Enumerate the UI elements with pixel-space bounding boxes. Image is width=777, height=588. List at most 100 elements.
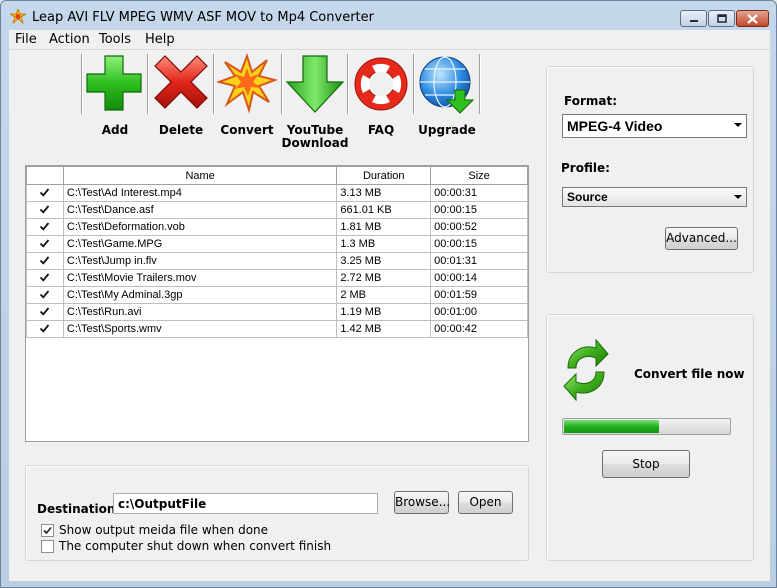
format-value: MPEG-4 Video xyxy=(567,118,663,134)
table-row[interactable]: C:\Test\Run.avi 1.19 MB 00:01:00 xyxy=(26,303,528,321)
table-row[interactable]: C:\Test\Movie Trailers.mov 2.72 MB 00:00:1… xyxy=(26,269,528,287)
table-row[interactable]: C:\Test\Sports.wmv 1.42 MB 00:00:42 xyxy=(26,320,528,338)
row-checkbox[interactable] xyxy=(26,218,64,236)
lifebuoy-icon xyxy=(354,57,408,111)
table-header: Name Duration Size xyxy=(26,166,528,185)
file-size-cell: 00:00:52 xyxy=(430,218,528,236)
file-size-cell: 00:01:00 xyxy=(430,303,528,321)
file-name-cell: C:\Test\Run.avi xyxy=(62,303,338,321)
row-checkbox[interactable] xyxy=(26,235,64,253)
shutdown-checkbox[interactable] xyxy=(41,540,54,553)
format-label: Format: xyxy=(564,94,618,108)
menu-action[interactable]: Action xyxy=(45,31,94,48)
upgrade-button[interactable]: Upgrade xyxy=(415,52,479,144)
table-row[interactable]: C:\Test\My Adminal.3gp 2 MB 00:01:59 xyxy=(26,286,528,304)
check-icon xyxy=(40,273,50,282)
upgrade-label: Upgrade xyxy=(418,123,476,137)
app-logo-icon xyxy=(10,9,26,25)
advanced-button[interactable]: Advanced... xyxy=(665,227,738,250)
convert-panel: Convert file now xyxy=(546,314,754,561)
conversion-progress-bar xyxy=(562,418,731,435)
chevron-down-icon xyxy=(734,195,742,199)
output-panel: Destination: Browse... Open Show output … xyxy=(25,465,529,561)
convert-status: Convert file now xyxy=(634,367,745,381)
menu-file[interactable]: File xyxy=(11,31,41,48)
file-duration-cell: 3.13 MB xyxy=(336,184,432,202)
format-dropdown[interactable]: MPEG-4 Video xyxy=(562,114,747,138)
add-button[interactable]: Add xyxy=(83,52,147,144)
toolbar-separator xyxy=(479,54,481,114)
file-duration-cell: 2.72 MB xyxy=(336,269,432,287)
table-row[interactable]: C:\Test\Game.MPG 1.3 MB 00:00:15 xyxy=(26,235,528,253)
table-row[interactable]: C:\Test\Deformation.vob 1.81 MB 00:00:52 xyxy=(26,218,528,236)
check-icon xyxy=(40,256,50,265)
file-name-cell: C:\Test\Deformation.vob xyxy=(62,218,338,236)
format-panel: Format: MPEG-4 Video Profile: Source Adv… xyxy=(546,66,754,273)
window-title: Leap AVI FLV MPEG WMV ASF MOV to Mp4 Con… xyxy=(32,10,374,25)
open-button[interactable]: Open xyxy=(458,491,513,514)
file-name-cell: C:\Test\Dance.asf xyxy=(62,201,338,219)
burst-icon xyxy=(217,52,277,114)
title-bar[interactable]: Leap AVI FLV MPEG WMV ASF MOV to Mp4 Con… xyxy=(1,1,776,31)
header-name[interactable]: Name xyxy=(62,166,338,185)
app-window: Leap AVI FLV MPEG WMV ASF MOV to Mp4 Con… xyxy=(0,0,777,588)
row-checkbox[interactable] xyxy=(26,286,64,304)
file-size-cell: 00:00:42 xyxy=(430,320,528,338)
refresh-icon[interactable] xyxy=(562,338,610,402)
table-row[interactable]: C:\Test\Jump in.flv 3.25 MB 00:01:31 xyxy=(26,252,528,270)
shutdown-label: The computer shut down when convert fini… xyxy=(59,539,332,553)
file-name-cell: C:\Test\Ad Interest.mp4 xyxy=(62,184,338,202)
down-arrow-icon xyxy=(285,55,345,113)
x-icon xyxy=(154,55,208,109)
convert-button[interactable]: Convert xyxy=(215,52,279,144)
maximize-button[interactable] xyxy=(708,10,735,27)
profile-label: Profile: xyxy=(561,161,610,175)
check-icon xyxy=(40,307,50,316)
globe-download-icon xyxy=(419,56,475,114)
row-checkbox[interactable] xyxy=(26,269,64,287)
stop-button[interactable]: Stop xyxy=(602,450,690,478)
minimize-icon xyxy=(689,19,698,22)
row-checkbox[interactable] xyxy=(26,303,64,321)
row-checkbox[interactable] xyxy=(26,201,64,219)
progress-fill xyxy=(564,420,660,433)
show-output-checkbox[interactable] xyxy=(41,524,54,537)
main-panel: Add Delete Convert YouTube Download FAQ … xyxy=(9,49,770,581)
file-size-cell: 00:00:31 xyxy=(430,184,528,202)
menu-tools[interactable]: Tools xyxy=(95,31,135,48)
file-size-cell: 00:00:15 xyxy=(430,201,528,219)
file-size-cell: 00:00:15 xyxy=(430,235,528,253)
profile-dropdown[interactable]: Source xyxy=(562,187,747,207)
minimize-button[interactable] xyxy=(680,10,707,27)
file-name-cell: C:\Test\Jump in.flv xyxy=(62,252,338,270)
file-name-cell: C:\Test\Movie Trailers.mov xyxy=(62,269,338,287)
header-duration[interactable]: Duration xyxy=(336,166,432,185)
browse-button[interactable]: Browse... xyxy=(394,491,450,514)
close-button[interactable] xyxy=(736,10,769,27)
header-size[interactable]: Size xyxy=(430,166,528,185)
row-checkbox[interactable] xyxy=(26,252,64,270)
show-output-label: Show output meida file when done xyxy=(59,523,269,537)
file-duration-cell: 661.01 KB xyxy=(336,201,432,219)
destination-field[interactable] xyxy=(113,493,378,514)
row-checkbox[interactable] xyxy=(26,184,64,202)
destination-input[interactable] xyxy=(114,494,377,513)
chevron-down-icon xyxy=(734,123,742,127)
file-duration-cell: 1.19 MB xyxy=(336,303,432,321)
table-row[interactable]: C:\Test\Ad Interest.mp4 3.13 MB 00:00:31 xyxy=(26,184,528,202)
faq-button[interactable]: FAQ xyxy=(349,52,413,144)
check-icon xyxy=(40,222,50,231)
header-check[interactable] xyxy=(26,166,64,185)
check-icon xyxy=(40,239,50,248)
file-size-cell: 00:00:14 xyxy=(430,269,528,287)
row-checkbox[interactable] xyxy=(26,320,64,338)
menu-help[interactable]: Help xyxy=(141,31,179,48)
delete-button[interactable]: Delete xyxy=(149,52,213,144)
file-size-cell: 00:01:31 xyxy=(430,252,528,270)
table-row[interactable]: C:\Test\Dance.asf 661.01 KB 00:00:15 xyxy=(26,201,528,219)
file-name-cell: C:\Test\Game.MPG xyxy=(62,235,338,253)
file-duration-cell: 1.42 MB xyxy=(336,320,432,338)
youtube-download-button[interactable]: YouTube Download xyxy=(282,52,348,150)
file-duration-cell: 1.3 MB xyxy=(336,235,432,253)
file-list[interactable]: Name Duration Size C:\Test\Ad Interest.m… xyxy=(25,165,529,442)
